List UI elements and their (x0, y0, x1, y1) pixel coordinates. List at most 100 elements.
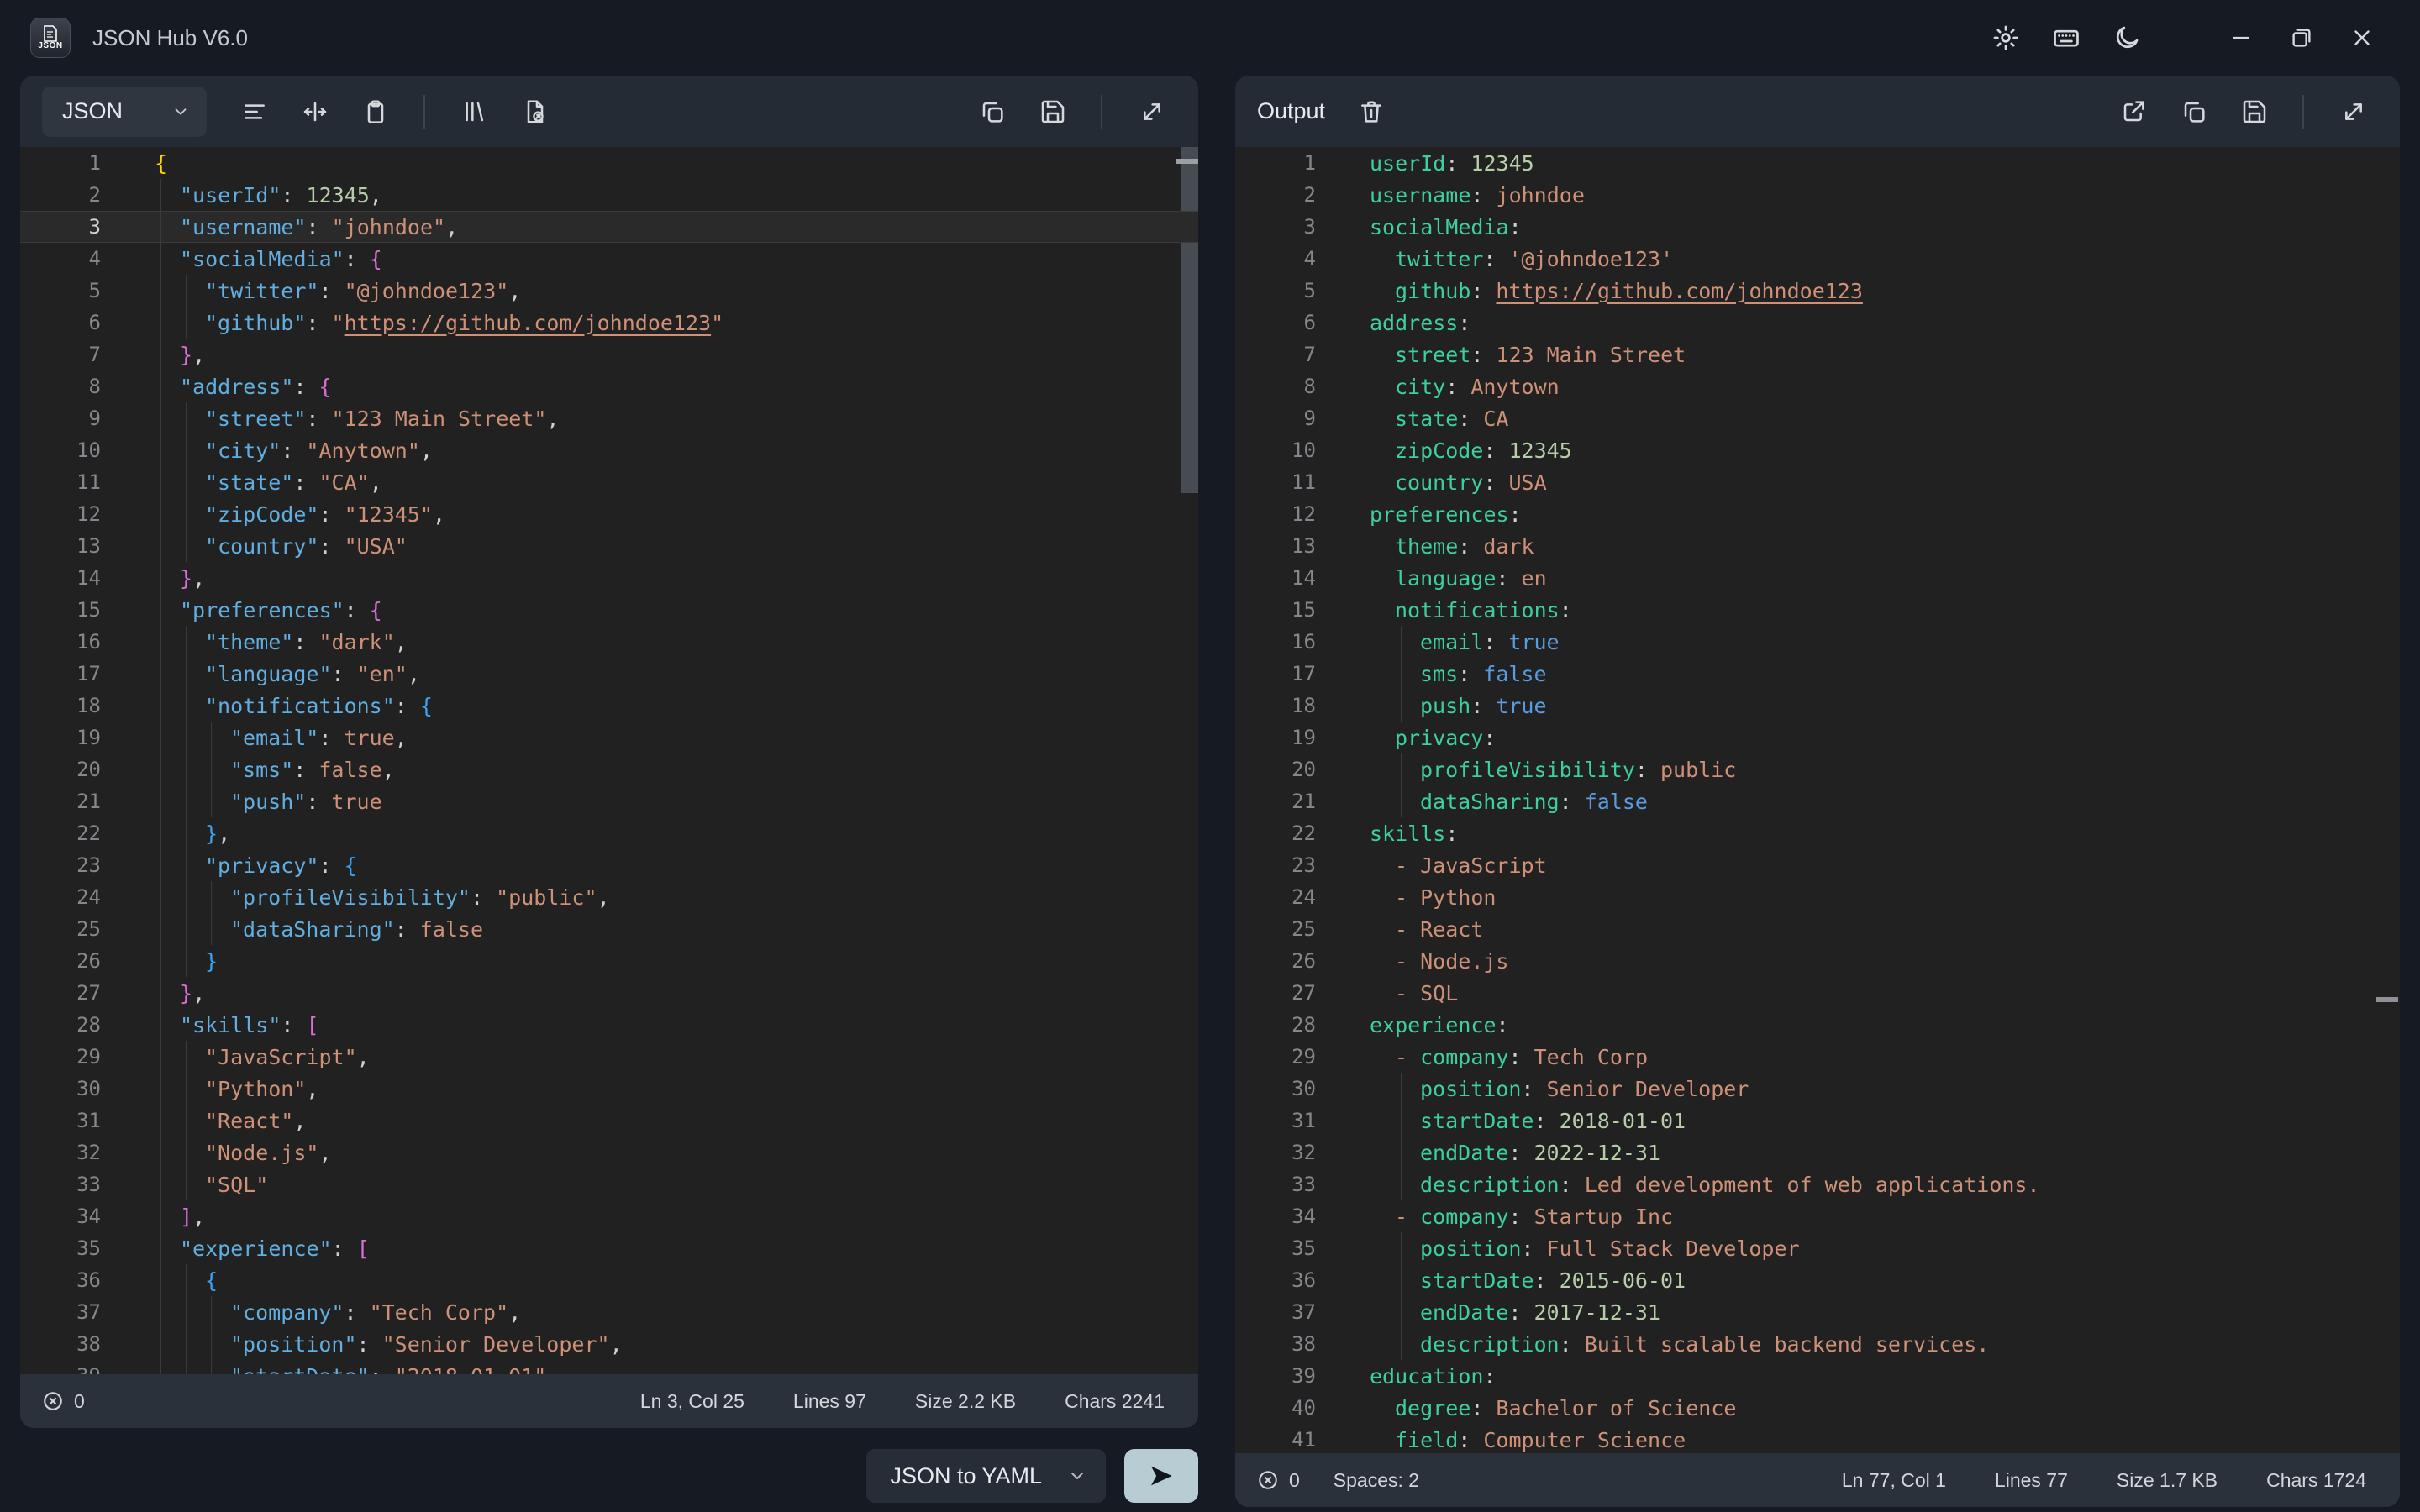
code-line[interactable]: 25- React (1235, 913, 2400, 945)
code-line[interactable]: 22skills: (1235, 817, 2400, 849)
align-left-button[interactable] (230, 87, 279, 136)
minimize-button[interactable] (2217, 13, 2265, 62)
code-line[interactable]: 25"dataSharing": false (20, 913, 1198, 945)
code-line[interactable]: 14}, (20, 562, 1198, 594)
file-export-button[interactable] (511, 87, 560, 136)
compress-button[interactable] (291, 87, 339, 136)
code-line[interactable]: 28experience: (1235, 1009, 2400, 1041)
language-select[interactable]: JSON (42, 87, 207, 137)
code-line[interactable]: 37endDate: 2017-12-31 (1235, 1296, 2400, 1328)
code-line[interactable]: 30position: Senior Developer (1235, 1073, 2400, 1105)
code-line[interactable]: 7}, (20, 339, 1198, 370)
code-line[interactable]: 28"skills": [ (20, 1009, 1198, 1041)
code-line[interactable]: 27}, (20, 977, 1198, 1009)
code-line[interactable]: 40degree: Bachelor of Science (1235, 1392, 2400, 1424)
yaml-output-editor[interactable]: 1userId: 123452username: johndoe3socialM… (1235, 147, 2400, 1453)
code-line[interactable]: 38"position": "Senior Developer", (20, 1328, 1198, 1360)
code-line[interactable]: 35position: Full Stack Developer (1235, 1232, 2400, 1264)
clipboard-button[interactable] (351, 87, 400, 136)
moon-button[interactable] (2102, 13, 2151, 62)
code-line[interactable]: 4twitter: '@johndoe123' (1235, 243, 2400, 275)
code-line[interactable]: 7street: 123 Main Street (1235, 339, 2400, 370)
convert-button[interactable] (1124, 1449, 1198, 1503)
code-line[interactable]: 13"country": "USA" (20, 530, 1198, 562)
code-line[interactable]: 32endDate: 2022-12-31 (1235, 1137, 2400, 1168)
close-button[interactable] (2338, 13, 2386, 62)
code-line[interactable]: 8city: Anytown (1235, 370, 2400, 402)
copy-button[interactable] (2170, 87, 2218, 136)
code-line[interactable]: 14language: en (1235, 562, 2400, 594)
code-line[interactable]: 1{ (20, 147, 1198, 179)
expand-button[interactable] (2329, 87, 2378, 136)
code-line[interactable]: 26- Node.js (1235, 945, 2400, 977)
code-line[interactable]: 10"city": "Anytown", (20, 434, 1198, 466)
code-line[interactable]: 31startDate: 2018-01-01 (1235, 1105, 2400, 1137)
code-line[interactable]: 21dataSharing: false (1235, 785, 2400, 817)
code-line[interactable]: 16email: true (1235, 626, 2400, 658)
code-line[interactable]: 26} (20, 945, 1198, 977)
code-line[interactable]: 5github: https://github.com/johndoe123 (1235, 275, 2400, 307)
code-line[interactable]: 30"Python", (20, 1073, 1198, 1105)
code-line[interactable]: 23"privacy": { (20, 849, 1198, 881)
code-line[interactable]: 12"zipCode": "12345", (20, 498, 1198, 530)
code-link[interactable]: https://github.com/johndoe123 (1496, 279, 1863, 303)
code-line[interactable]: 32"Node.js", (20, 1137, 1198, 1168)
code-line[interactable]: 5"twitter": "@johndoe123", (20, 275, 1198, 307)
code-line[interactable]: 2"userId": 12345, (20, 179, 1198, 211)
code-line[interactable]: 38description: Built scalable backend se… (1235, 1328, 2400, 1360)
expand-button[interactable] (1128, 87, 1176, 136)
code-line[interactable]: 12preferences: (1235, 498, 2400, 530)
code-line[interactable]: 31"React", (20, 1105, 1198, 1137)
settings-button[interactable] (1981, 13, 2030, 62)
code-line[interactable]: 6address: (1235, 307, 2400, 339)
copy-button[interactable] (968, 87, 1017, 136)
code-line[interactable]: 36startDate: 2015-06-01 (1235, 1264, 2400, 1296)
json-editor[interactable]: 1{2"userId": 12345,3"username": "johndoe… (20, 147, 1198, 1374)
code-line[interactable]: 24- Python (1235, 881, 2400, 913)
code-line[interactable]: 22}, (20, 817, 1198, 849)
code-line[interactable]: 39"startDate": "2018-01-01", (20, 1360, 1198, 1374)
clear-output-button[interactable] (1347, 87, 1396, 136)
code-line[interactable]: 33"SQL" (20, 1168, 1198, 1200)
code-line[interactable]: 3socialMedia: (1235, 211, 2400, 243)
columns-button[interactable] (450, 87, 499, 136)
maximize-button[interactable] (2277, 13, 2326, 62)
code-line[interactable]: 9state: CA (1235, 402, 2400, 434)
code-line[interactable]: 24"profileVisibility": "public", (20, 881, 1198, 913)
code-line[interactable]: 37"company": "Tech Corp", (20, 1296, 1198, 1328)
code-line[interactable]: 34- company: Startup Inc (1235, 1200, 2400, 1232)
code-line[interactable]: 39education: (1235, 1360, 2400, 1392)
code-line[interactable]: 19"email": true, (20, 722, 1198, 753)
code-line[interactable]: 18"notifications": { (20, 690, 1198, 722)
code-line[interactable]: 17sms: false (1235, 658, 2400, 690)
keyboard-button[interactable] (2042, 13, 2091, 62)
save-button[interactable] (2230, 87, 2279, 136)
code-line[interactable]: 17"language": "en", (20, 658, 1198, 690)
code-line[interactable]: 21"push": true (20, 785, 1198, 817)
code-line[interactable]: 18push: true (1235, 690, 2400, 722)
code-line[interactable]: 11"state": "CA", (20, 466, 1198, 498)
code-line[interactable]: 29- company: Tech Corp (1235, 1041, 2400, 1073)
code-line[interactable]: 20"sms": false, (20, 753, 1198, 785)
conversion-mode-select[interactable]: JSON to YAML (866, 1449, 1106, 1503)
code-line[interactable]: 13theme: dark (1235, 530, 2400, 562)
code-line[interactable]: 16"theme": "dark", (20, 626, 1198, 658)
code-line[interactable]: 6"github": "https://github.com/johndoe12… (20, 307, 1198, 339)
code-line[interactable]: 15notifications: (1235, 594, 2400, 626)
code-line[interactable]: 23- JavaScript (1235, 849, 2400, 881)
code-line[interactable]: 19privacy: (1235, 722, 2400, 753)
share-button[interactable] (2109, 87, 2158, 136)
save-button[interactable] (1028, 87, 1077, 136)
code-line[interactable]: 27- SQL (1235, 977, 2400, 1009)
code-line[interactable]: 34], (20, 1200, 1198, 1232)
code-link[interactable]: https://github.com/johndoe123 (345, 311, 712, 335)
code-line[interactable]: 3"username": "johndoe", (20, 211, 1198, 243)
code-line[interactable]: 36{ (20, 1264, 1198, 1296)
code-line[interactable]: 41field: Computer Science (1235, 1424, 2400, 1453)
code-line[interactable]: 8"address": { (20, 370, 1198, 402)
code-line[interactable]: 2username: johndoe (1235, 179, 2400, 211)
code-line[interactable]: 20profileVisibility: public (1235, 753, 2400, 785)
code-line[interactable]: 11country: USA (1235, 466, 2400, 498)
code-line[interactable]: 29"JavaScript", (20, 1041, 1198, 1073)
code-line[interactable]: 33description: Led development of web ap… (1235, 1168, 2400, 1200)
